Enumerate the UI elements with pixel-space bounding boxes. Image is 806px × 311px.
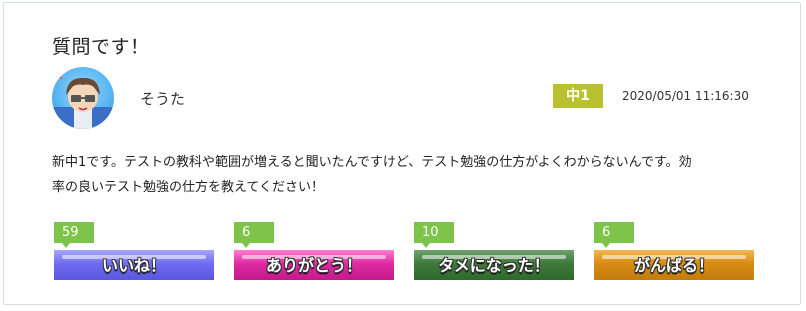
cheer-count-badge: 6	[594, 222, 634, 248]
post-title: 質問です！	[52, 36, 150, 58]
reaction-thanks: 6 ありがとう！	[234, 222, 396, 282]
thanks-button[interactable]: ありがとう！	[234, 250, 394, 280]
avatar-illustration	[52, 75, 114, 129]
thanks-count-badge: 6	[234, 222, 274, 248]
helpful-button[interactable]: タメになった！	[414, 250, 574, 280]
cheer-button[interactable]: がんばる！	[594, 250, 754, 280]
post-body-line: 率の良いテスト勉強の仕方を教えてください！	[52, 180, 324, 195]
post-body: 新中1です。テストの教科や範囲が増えると聞いたんですけど、テスト勉強の仕方がよく…	[52, 150, 752, 200]
reaction-like: 59 いいね！	[54, 222, 216, 282]
helpful-count-badge: 10	[414, 222, 454, 248]
reaction-helpful: 10 タメになった！	[414, 222, 576, 282]
like-button-label: いいね！	[101, 256, 166, 275]
cheer-button-label: がんばる！	[633, 256, 714, 275]
avatar[interactable]	[52, 67, 114, 129]
post-body-line: 新中1です。テストの教科や範囲が増えると聞いたんですけど、テスト勉強の仕方がよく…	[52, 155, 692, 170]
like-count-badge: 59	[54, 222, 94, 248]
grade-badge: 中1	[553, 84, 603, 108]
post-timestamp: 2020/05/01 11:16:30	[622, 89, 749, 103]
thanks-button-label: ありがとう！	[265, 256, 362, 275]
username[interactable]: そうた	[140, 88, 185, 109]
helpful-button-label: タメになった！	[438, 256, 550, 275]
reaction-cheer: 6 がんばる！	[594, 222, 756, 282]
like-button[interactable]: いいね！	[54, 250, 214, 280]
